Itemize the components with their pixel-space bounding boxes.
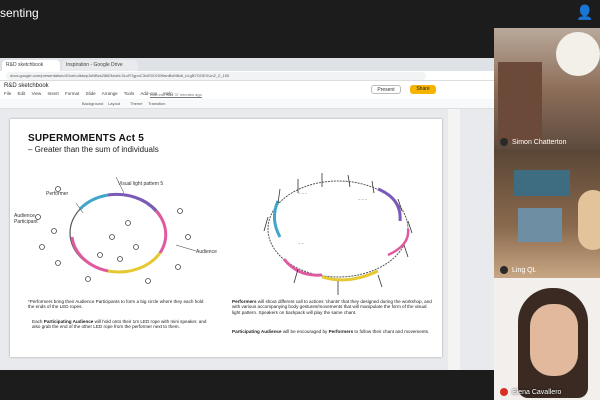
slides-toolbar: Background Layout Theme Transition — [0, 99, 494, 109]
url-field[interactable]: docs.google.com/presentation/d/1xeIo4ktw… — [6, 72, 426, 80]
address-bar: docs.google.com/presentation/d/1xeIo4ktw… — [0, 71, 494, 81]
browser-tab-strip: R&D sketchbook Inspiration - Google Driv… — [0, 58, 494, 71]
layout-button[interactable]: Layout — [108, 101, 120, 106]
slide[interactable]: SUPERMOMENTS Act 5 – Greater than the su… — [10, 119, 442, 357]
svg-text:~ ~ ~: ~ ~ ~ — [298, 191, 308, 196]
right-text-1: Performers will shout different call to … — [232, 299, 432, 315]
right-text-2-bold2: Performers — [328, 329, 354, 334]
mic-icon — [500, 266, 508, 274]
right-text-2-body: to follow their chant and movements. — [353, 329, 430, 334]
background-button[interactable]: Background — [82, 101, 103, 106]
mic-icon — [500, 138, 508, 146]
right-text-2-bold: Participating Audience — [232, 329, 282, 334]
side-panel-strip — [448, 109, 460, 370]
participant-tile-elena[interactable]: Elena Cavallero — [494, 278, 600, 400]
menu-insert[interactable]: Insert — [48, 91, 59, 96]
tab-inspiration[interactable]: Inspiration - Google Drive — [62, 60, 138, 71]
present-button[interactable]: Present — [371, 85, 401, 94]
share-button[interactable]: Share — [410, 85, 436, 94]
tab-sketchbook[interactable]: R&D sketchbook — [2, 60, 60, 71]
theme-button[interactable]: Theme — [130, 101, 142, 106]
menu-arrange[interactable]: Arrange — [102, 91, 118, 96]
menu-tools[interactable]: Tools — [124, 91, 135, 96]
participant-tile-ling[interactable]: Ling QL — [494, 150, 600, 278]
slide-canvas: SUPERMOMENTS Act 5 – Greater than the su… — [0, 109, 494, 370]
label-audience: Audience — [196, 249, 217, 255]
last-edit-link[interactable]: Last edit was 37 minutes ago — [150, 92, 202, 97]
participant-name: Ling QL — [512, 267, 537, 274]
left-text-2: Each Participating Audience will hold on… — [32, 319, 208, 330]
tab-label: Inspiration - Google Drive — [66, 62, 123, 68]
slide-subtitle: – Greater than the sum of individuals — [28, 145, 159, 154]
participant-name: Simon Chatterton — [512, 139, 567, 146]
label-visual-light-pattern: Visual light pattern 5 — [118, 181, 164, 187]
presenting-label: senting — [0, 6, 39, 20]
left-text-2-bold: Participating Audience — [43, 319, 94, 324]
participant-name: Elena Cavallero — [512, 389, 562, 396]
menu-slide[interactable]: Slide — [86, 91, 96, 96]
label-audience-participant: Audience Participant — [14, 213, 38, 225]
tab-label: R&D sketchbook — [6, 62, 44, 68]
left-text-1: *Performers bring their Audience Partici… — [28, 299, 204, 310]
meeting-top-bar: senting 👤 — [0, 0, 600, 28]
mic-muted-icon — [500, 388, 508, 396]
menu-format[interactable]: Format — [65, 91, 79, 96]
bookshelf — [498, 62, 542, 142]
right-text-2: Participating Audience will be encourage… — [232, 329, 432, 334]
lamp — [556, 32, 600, 76]
document-title[interactable]: R&D sketchbook — [4, 83, 49, 89]
person-icon[interactable]: 👤 — [576, 4, 594, 22]
transition-button[interactable]: Transition — [148, 101, 165, 106]
participant-tile-simon[interactable]: Simon Chatterton — [494, 28, 600, 150]
shelf-item — [518, 208, 562, 242]
right-text-2-mid: will be encouraged by — [281, 329, 329, 334]
right-text-1-bold: Performers — [232, 299, 257, 304]
shelf-item — [514, 170, 570, 196]
person-face — [530, 304, 578, 376]
label-performer: Performer — [46, 191, 69, 197]
left-text-2-prefix: Each — [32, 319, 44, 324]
right-text-1-body: will shout different call to actions 'ch… — [232, 299, 432, 315]
performers-sketch-right: ~ ~ ~ ~ ~ ~ ~ ~ — [263, 173, 413, 295]
svg-text:~ ~ ~: ~ ~ ~ — [358, 197, 368, 202]
shared-screen: R&D sketchbook Inspiration - Google Driv… — [0, 58, 494, 370]
menu-file[interactable]: File — [4, 91, 11, 96]
menu-edit[interactable]: Edit — [18, 91, 26, 96]
slides-header: R&D sketchbook File Edit View Insert For… — [0, 81, 494, 99]
person-face — [578, 190, 600, 250]
svg-text:~ ~: ~ ~ — [298, 241, 304, 246]
menu-view[interactable]: View — [32, 91, 42, 96]
slide-title: SUPERMOMENTS Act 5 — [28, 133, 145, 144]
